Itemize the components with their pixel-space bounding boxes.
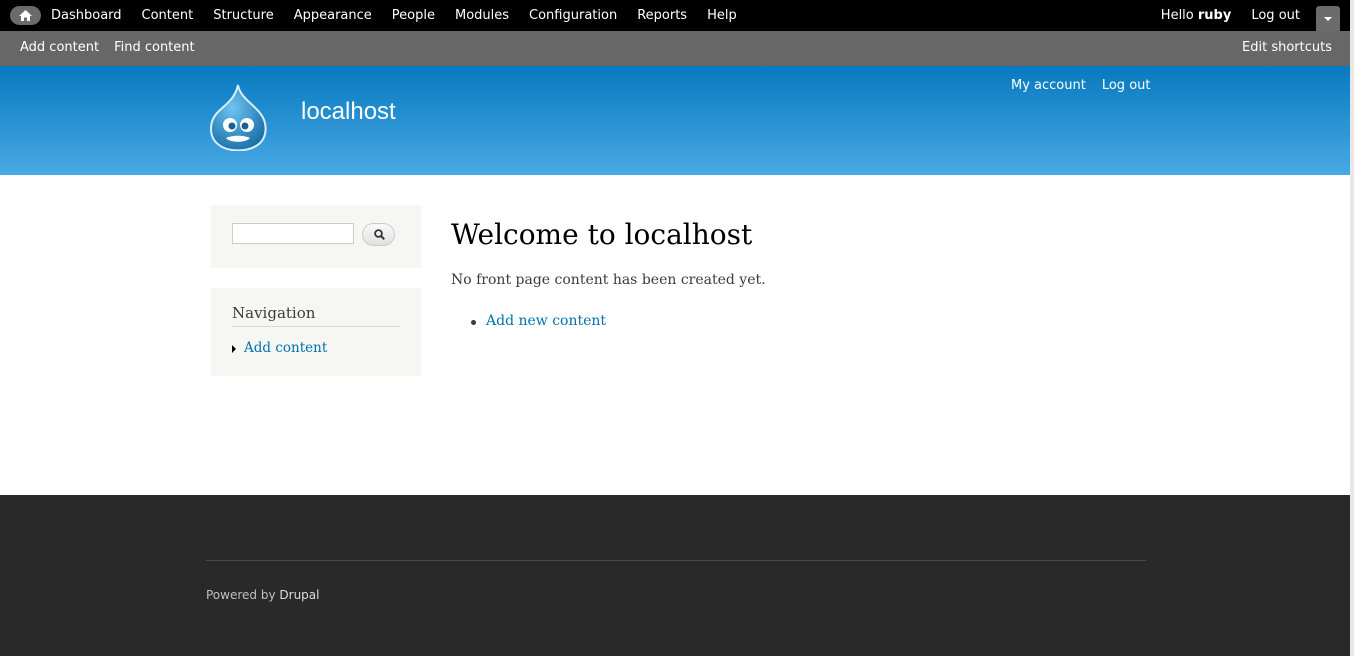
toolbar-item-content[interactable]: Content (142, 8, 194, 23)
toolbar-item-help[interactable]: Help (707, 8, 737, 23)
home-button[interactable] (10, 6, 41, 25)
toolbar-item-people[interactable]: People (392, 8, 435, 23)
shortcut-find-content[interactable]: Find content (114, 40, 195, 55)
drupal-drop-icon (210, 84, 267, 152)
edit-shortcuts-link[interactable]: Edit shortcuts (1242, 40, 1332, 55)
username[interactable]: ruby (1198, 8, 1231, 23)
search-button[interactable] (362, 223, 395, 246)
shortcuts-bar: Add content Find content Edit shortcuts (0, 31, 1350, 66)
powered-by-label: Powered by (206, 588, 276, 602)
toolbar-item-appearance[interactable]: Appearance (294, 8, 372, 23)
user-greeting: Hello ruby (1161, 8, 1232, 23)
toolbar-item-reports[interactable]: Reports (637, 8, 687, 23)
admin-toolbar: Dashboard Content Structure Appearance P… (0, 0, 1350, 31)
greeting-prefix: Hello (1160, 8, 1194, 23)
empty-front-page-message: No front page content has been created y… (451, 272, 766, 288)
page-title: Welcome to localhost (451, 218, 753, 251)
toolbar-item-dashboard[interactable]: Dashboard (51, 8, 122, 23)
site-footer: Powered by Drupal (0, 495, 1350, 656)
toolbar-item-structure[interactable]: Structure (213, 8, 273, 23)
drupal-logo[interactable] (206, 83, 270, 155)
collapsed-arrow-icon (232, 344, 236, 353)
navigation-block: Navigation Add content (211, 288, 421, 376)
search-icon (374, 229, 385, 240)
toolbar-user: Hello ruby Log out (1161, 8, 1300, 23)
list-bullet (471, 320, 476, 325)
site-name[interactable]: localhost (301, 98, 396, 126)
toolbar-item-configuration[interactable]: Configuration (529, 8, 617, 23)
shortcut-list: Add content Find content (20, 40, 210, 55)
window-edge (1350, 0, 1354, 656)
my-account-link[interactable]: My account (1011, 78, 1086, 93)
shortcut-add-content[interactable]: Add content (20, 40, 99, 55)
home-icon (19, 10, 32, 21)
search-block (211, 205, 421, 268)
secondary-menu: My account Log out (1011, 78, 1167, 93)
drupal-link[interactable]: Drupal (279, 588, 319, 602)
nav-item-label[interactable]: Add content (244, 340, 327, 356)
add-new-content-link[interactable]: Add new content (486, 313, 606, 329)
header-logout-link[interactable]: Log out (1102, 78, 1151, 93)
navigation-title: Navigation (232, 304, 400, 327)
footer-divider (206, 560, 1146, 561)
toolbar-menu: Dashboard Content Structure Appearance P… (51, 8, 757, 23)
shortcuts-toggle-button[interactable] (1316, 6, 1340, 31)
site-header: localhost My account Log out (0, 66, 1350, 175)
toolbar-logout-link[interactable]: Log out (1251, 8, 1300, 23)
search-input[interactable] (232, 223, 354, 244)
toolbar-item-modules[interactable]: Modules (455, 8, 509, 23)
powered-by: Powered by Drupal (206, 588, 319, 602)
nav-item-add-content[interactable]: Add content (232, 340, 327, 356)
